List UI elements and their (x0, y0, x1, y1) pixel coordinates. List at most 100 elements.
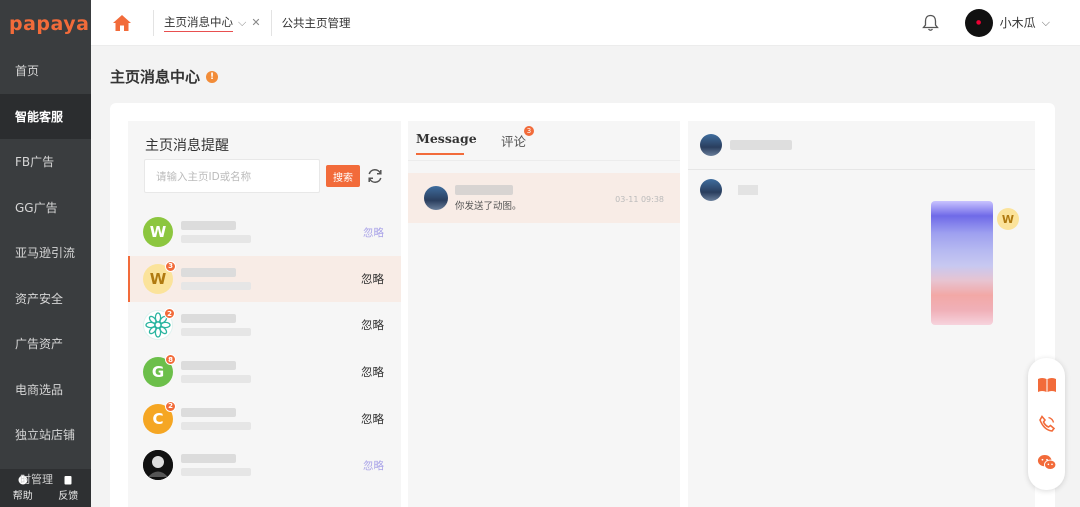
wechat-button[interactable] (1037, 453, 1057, 473)
tab-public-page-management[interactable]: 公共主页管理 (272, 0, 361, 46)
page-avatar: W (143, 217, 173, 248)
tab-label: 公共主页管理 (281, 15, 351, 30)
blurred-page-info (181, 221, 251, 244)
sidebar-item[interactable]: 电商选品 (0, 367, 91, 413)
page-avatar: 2 (143, 308, 175, 341)
sidebar-item[interactable]: 亚马逊引流 (0, 230, 91, 276)
blurred-page-info (181, 454, 251, 477)
ignore-button[interactable]: 忽略 (361, 411, 384, 427)
page-avatar: G8 (143, 354, 176, 388)
avatar-letter: G (151, 363, 165, 382)
chat-header (688, 121, 1035, 170)
list-item[interactable]: W 忽略 (128, 209, 401, 256)
blurred-page-info (181, 314, 251, 337)
user-name[interactable]: 小木瓜 (1000, 14, 1036, 31)
home-icon (113, 14, 131, 31)
conversation-item[interactable]: 你发送了动图。 03-11 09:38 (408, 173, 680, 223)
blurred-name (181, 361, 236, 371)
list-item[interactable]: W 3 忽略 (128, 255, 401, 303)
avatar-letter: W (149, 269, 167, 288)
feedback-label: 反馈 (58, 490, 79, 502)
tab-label: Message (416, 131, 477, 146)
list-item[interactable]: C 2 忽略 (128, 395, 401, 442)
tab-message[interactable]: Message (416, 131, 477, 155)
sidebar-item[interactable]: 首页 (0, 48, 91, 94)
sidebar-item[interactable]: FB广告 (0, 139, 91, 185)
chevron-down-icon[interactable]: ⌵ (238, 16, 246, 30)
feedback-button[interactable]: 反馈 (58, 475, 78, 502)
user-avatar[interactable]: ● (964, 8, 993, 37)
unread-badge: 2 (164, 308, 175, 320)
sidebar-item[interactable]: 智能客服 (0, 93, 91, 139)
ignore-button[interactable]: 忽略 (363, 225, 384, 240)
page-alert-list: W 忽略 W 3 忽略 2 忽略 G 8 忽略 C 2 忽略 忽略 (128, 209, 401, 489)
list-item[interactable]: G 8 忽略 (128, 349, 401, 396)
chevron-down-icon[interactable]: ⌵ (1042, 16, 1050, 30)
blurred-id (181, 235, 251, 244)
guide-button[interactable] (1037, 375, 1057, 395)
blurred-name (730, 140, 792, 150)
phone-button[interactable] (1037, 414, 1057, 434)
page-avatar: W3 (143, 260, 176, 294)
conversation-tabs: Message 评论 3 (408, 121, 680, 161)
book-icon (1037, 378, 1056, 393)
avatar (700, 179, 722, 201)
notification-button[interactable] (911, 14, 951, 32)
blurred-name (181, 407, 236, 417)
unread-badge: 3 (524, 126, 535, 136)
blurred-id (181, 375, 251, 384)
ignore-button[interactable]: 忽略 (361, 317, 384, 333)
sidebar: papaya 首页 智能客服 FB广告 GG广告 亚马逊引流 资产安全 广告资产 电商选品 独立… (0, 0, 91, 507)
page-avatar: C2 (143, 400, 176, 434)
tab-comments[interactable]: 评论 3 (501, 126, 535, 150)
chat-panel: W (688, 121, 1035, 507)
sidebar-item[interactable]: GG广告 (0, 185, 91, 231)
conversation-panel: Message 评论 3 你发送了动图。 03-11 09:38 (408, 121, 680, 507)
conversation-text: 你发送了动图。 (455, 184, 522, 212)
close-icon[interactable]: ✕ (251, 16, 260, 29)
unread-badge: 2 (165, 400, 176, 412)
list-item[interactable]: 2 忽略 (128, 302, 401, 349)
sidebar-item[interactable]: 广告资产 (0, 321, 91, 367)
photo-avatar-icon (143, 450, 173, 481)
page-title: 主页消息中心 ! (110, 66, 219, 87)
tab-message-center[interactable]: 主页消息中心 ⌵ ✕ (154, 0, 271, 46)
unread-badge: 8 (165, 354, 176, 366)
info-icon[interactable]: ! (206, 70, 219, 83)
incoming-message (700, 179, 758, 201)
conversation-preview: 你发送了动图。 (455, 200, 522, 212)
blurred-id (181, 421, 251, 430)
bell-icon (922, 14, 939, 31)
sidebar-item[interactable]: 独立站店铺 (0, 412, 91, 458)
ignore-button[interactable]: 忽略 (361, 364, 384, 380)
list-item[interactable]: 忽略 (128, 442, 401, 489)
tab-label: 评论 (501, 134, 527, 149)
gif-message-image[interactable] (931, 201, 993, 325)
blurred-page-info (181, 267, 251, 290)
floating-toolbar (1028, 358, 1065, 490)
clipboard-icon (64, 475, 72, 484)
avatar-logo-icon: ● (976, 19, 982, 26)
blurred-name (181, 221, 236, 231)
phone-icon (1038, 415, 1055, 432)
blurred-message (738, 185, 758, 195)
page-avatar (143, 450, 173, 481)
page-avatar: W (997, 208, 1019, 230)
sidebar-nav: 首页 智能客服 FB广告 GG广告 亚马逊引流 资产安全 广告资产 电商选品 独立站店铺 (0, 48, 91, 458)
app-logo[interactable]: papaya (0, 0, 91, 48)
ignore-button[interactable]: 忽略 (363, 458, 384, 473)
search-input[interactable]: 请输入主页ID或名称 (144, 159, 320, 193)
help-label: 帮助 (12, 490, 33, 502)
search-button[interactable]: 搜索 (326, 165, 360, 187)
avatar (424, 186, 448, 210)
blurred-page-info (181, 361, 251, 384)
blurred-id (181, 468, 251, 477)
sidebar-bottom-bar: 时管理 帮助 反馈 (0, 469, 91, 507)
home-button[interactable] (91, 0, 153, 46)
topbar: 主页消息中心 ⌵ ✕ 公共主页管理 ● 小木瓜 ⌵ (91, 0, 1080, 46)
ignore-button[interactable]: 忽略 (361, 271, 384, 287)
sidebar-item[interactable]: 资产安全 (0, 276, 91, 322)
sidebar-bottom-overlay-text: 时管理 (20, 473, 53, 486)
refresh-icon[interactable] (366, 167, 384, 185)
topbar-user-area: ● 小木瓜 ⌵ (911, 0, 1080, 46)
